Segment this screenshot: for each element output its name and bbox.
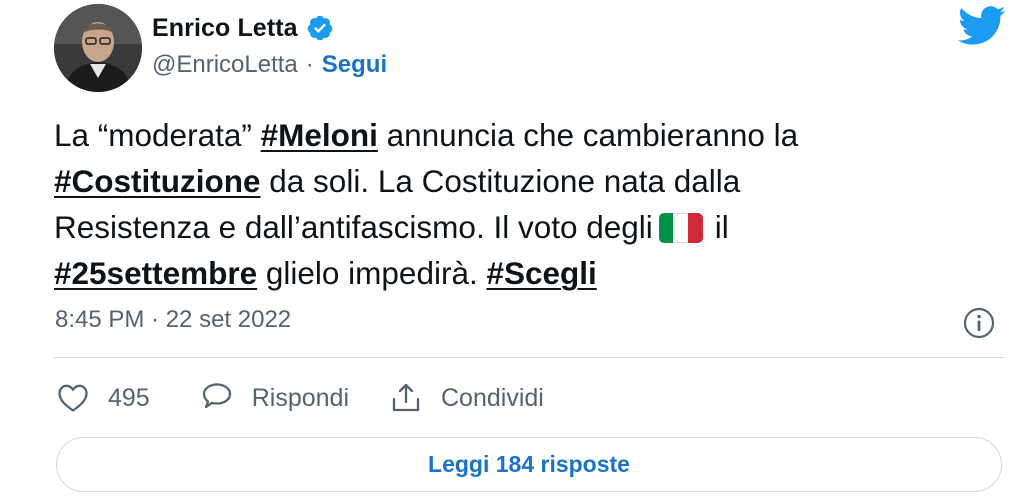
author-display-name[interactable]: Enrico Letta — [152, 14, 298, 43]
divider — [54, 357, 1004, 358]
tweet-actions-bar: 495 Rispondi Condividi — [56, 376, 544, 420]
avatar[interactable] — [54, 4, 142, 92]
reply-label: Rispondi — [251, 383, 349, 412]
speech-bubble-icon — [200, 381, 234, 415]
author-handle-row: @EnricoLetta · Segui — [152, 49, 387, 81]
tweet-timestamp[interactable]: 8:45 PM · 22 set 2022 — [55, 306, 291, 334]
flag-stripe-white — [673, 213, 689, 243]
tweet-line-2: #Costituzione da soli. La Costituzione n… — [54, 158, 974, 204]
heart-icon — [56, 382, 90, 414]
tweet-text-segment: annuncia che cambieranno la — [377, 117, 799, 153]
flag-stripe-green — [658, 213, 674, 243]
tweet-line-4: #25settembre glielo impedirà. #Scegli — [54, 250, 974, 296]
italy-flag-icon — [658, 213, 703, 243]
avatar-image — [54, 4, 142, 92]
twitter-bird-icon[interactable] — [958, 6, 1006, 46]
hashtag-meloni-link[interactable]: #Meloni — [261, 117, 378, 153]
share-button[interactable]: Condividi — [389, 381, 544, 415]
tweet-text: La “moderata” #Meloni annuncia che cambi… — [54, 112, 974, 296]
author-handle[interactable]: @EnricoLetta — [152, 51, 298, 79]
read-replies-label: Leggi 184 risposte — [428, 451, 630, 477]
tweet-line-3: Resistenza e dall’antifascismo. Il voto … — [54, 204, 974, 250]
verified-badge-icon — [306, 14, 334, 42]
hashtag-costituzione-link[interactable]: #Costituzione — [54, 163, 261, 199]
hashtag-scegli-link[interactable]: #Scegli — [486, 255, 596, 291]
like-button[interactable]: 495 — [56, 382, 150, 414]
tweet-text-segment: La “moderata” — [54, 117, 261, 153]
tweet-text-segment: il — [714, 209, 729, 245]
reply-button[interactable]: Rispondi — [200, 381, 349, 415]
info-icon[interactable] — [962, 306, 996, 340]
share-label: Condividi — [441, 383, 544, 412]
handle-separator: · — [305, 51, 314, 78]
share-icon — [389, 381, 423, 415]
read-replies-button[interactable]: Leggi 184 risposte — [56, 437, 1002, 492]
author-name-row: Enrico Letta — [152, 10, 334, 46]
tweet-text-segment: glielo impedirà. — [257, 255, 487, 291]
hashtag-25settembre-link[interactable]: #25settembre — [54, 255, 257, 291]
follow-button[interactable]: Segui — [322, 51, 387, 79]
tweet-text-segment: Resistenza e dall’antifascismo. Il voto … — [54, 209, 653, 245]
flag-stripe-red — [688, 213, 703, 243]
tweet-text-segment: da soli. La Costituzione nata dalla — [260, 163, 741, 199]
tweet-line-1: La “moderata” #Meloni annuncia che cambi… — [54, 112, 974, 158]
like-count: 495 — [108, 383, 150, 412]
